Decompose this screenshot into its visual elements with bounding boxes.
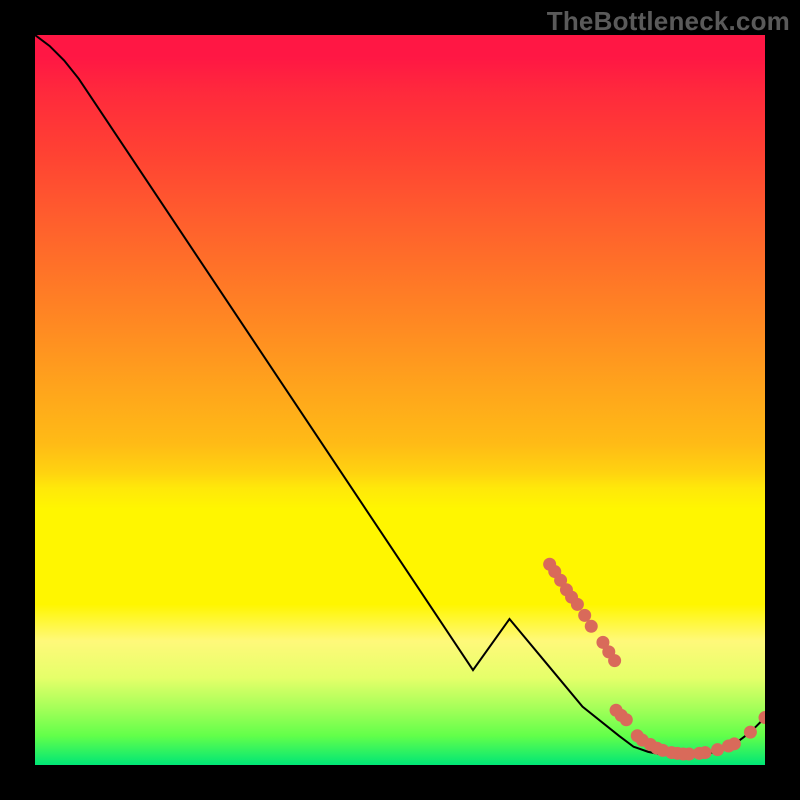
data-point	[578, 609, 591, 622]
data-point	[744, 726, 757, 739]
data-point	[571, 598, 584, 611]
data-point	[699, 746, 712, 759]
chart-svg	[35, 35, 765, 765]
data-points-group	[543, 558, 765, 761]
chart-container: TheBottleneck.com	[0, 0, 800, 800]
data-point	[728, 737, 741, 750]
plot-area	[35, 35, 765, 765]
data-point	[620, 713, 633, 726]
data-point	[608, 654, 621, 667]
watermark-text: TheBottleneck.com	[547, 6, 790, 37]
bottleneck-curve	[35, 35, 765, 756]
data-point	[585, 620, 598, 633]
